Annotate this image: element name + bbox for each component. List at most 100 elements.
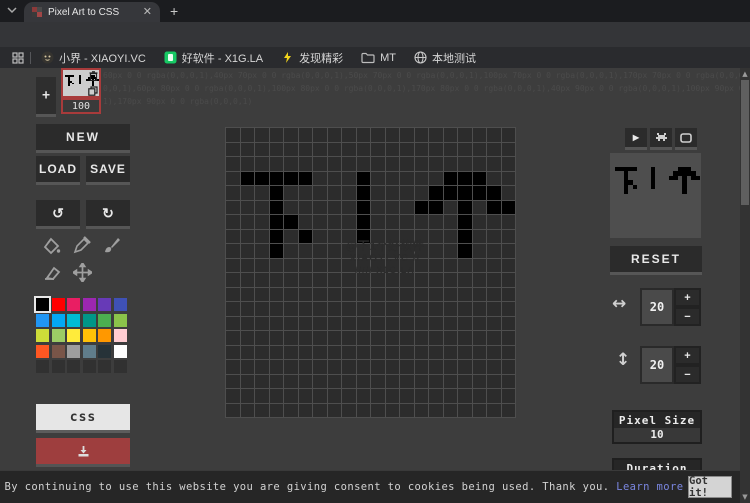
pixel-cell[interactable] — [400, 157, 414, 171]
scroll-down-icon[interactable]: ▼ — [740, 493, 750, 501]
pixel-cell[interactable] — [429, 404, 443, 418]
pixel-cell[interactable] — [487, 230, 501, 244]
pixel-cell[interactable] — [502, 172, 516, 186]
pixel-cell[interactable] — [386, 215, 400, 229]
pixel-cell[interactable] — [284, 128, 298, 142]
frame-duration[interactable]: 100 — [61, 98, 101, 114]
pixel-cell[interactable] — [270, 375, 284, 389]
pixel-cell[interactable] — [226, 331, 240, 345]
pixel-cell[interactable] — [444, 288, 458, 302]
width-decrease-button[interactable]: − — [674, 307, 701, 326]
pixel-cell[interactable] — [487, 346, 501, 360]
pixel-cell[interactable] — [255, 230, 269, 244]
move-tool[interactable] — [73, 263, 92, 282]
pixel-cell[interactable] — [400, 288, 414, 302]
tab-close-icon[interactable]: ✕ — [143, 7, 152, 18]
pixel-cell[interactable] — [270, 389, 284, 403]
pixel-cell[interactable] — [270, 346, 284, 360]
pixel-cell[interactable] — [502, 331, 516, 345]
pixel-cell[interactable] — [255, 331, 269, 345]
pixel-cell[interactable] — [415, 404, 429, 418]
pixel-cell[interactable] — [371, 404, 385, 418]
pixel-cell[interactable] — [473, 128, 487, 142]
width-value[interactable]: 20 — [640, 288, 674, 326]
frame-view-button[interactable] — [675, 128, 697, 147]
palette-swatch[interactable] — [83, 298, 96, 311]
pixel-cell[interactable] — [357, 317, 371, 331]
pixel-cell[interactable] — [386, 201, 400, 215]
pixel-cell[interactable] — [444, 375, 458, 389]
pixel-cell[interactable] — [357, 128, 371, 142]
pixel-cell[interactable] — [429, 172, 443, 186]
pixel-cell[interactable] — [299, 331, 313, 345]
pixel-cell[interactable] — [502, 143, 516, 157]
pixel-cell[interactable] — [371, 186, 385, 200]
pixel-cell[interactable] — [400, 331, 414, 345]
pixel-cell[interactable] — [357, 201, 371, 215]
pixel-cell[interactable] — [473, 317, 487, 331]
palette-swatch[interactable] — [67, 360, 80, 373]
pixel-cell[interactable] — [487, 259, 501, 273]
pixel-cell[interactable] — [255, 404, 269, 418]
pixel-cell[interactable] — [386, 288, 400, 302]
pixel-cell[interactable] — [502, 346, 516, 360]
palette-swatch[interactable] — [98, 345, 111, 358]
pixel-cell[interactable] — [502, 157, 516, 171]
pixel-cell[interactable] — [313, 360, 327, 374]
pixel-cell[interactable] — [270, 172, 284, 186]
pixel-cell[interactable] — [400, 201, 414, 215]
pixel-cell[interactable] — [226, 360, 240, 374]
bookmark-item[interactable]: MT — [361, 52, 396, 64]
pixel-cell[interactable] — [284, 143, 298, 157]
pixel-cell[interactable] — [270, 230, 284, 244]
pixel-cell[interactable] — [284, 389, 298, 403]
pixel-cell[interactable] — [458, 404, 472, 418]
pixel-cell[interactable] — [415, 128, 429, 142]
pixel-cell[interactable] — [255, 346, 269, 360]
pixel-cell[interactable] — [386, 302, 400, 316]
pixel-cell[interactable] — [386, 186, 400, 200]
play-preview-button[interactable]: ▶ — [625, 128, 647, 147]
pixel-cell[interactable] — [342, 215, 356, 229]
pixel-cell[interactable] — [241, 302, 255, 316]
pixel-cell[interactable] — [241, 331, 255, 345]
pixel-cell[interactable] — [342, 331, 356, 345]
pixel-cell[interactable] — [502, 186, 516, 200]
pixel-cell[interactable] — [458, 317, 472, 331]
pixel-cell[interactable] — [429, 317, 443, 331]
pixel-cell[interactable] — [386, 331, 400, 345]
pixel-cell[interactable] — [444, 128, 458, 142]
pixel-cell[interactable] — [487, 360, 501, 374]
pixel-cell[interactable] — [299, 244, 313, 258]
palette-swatch[interactable] — [83, 329, 96, 342]
pixel-cell[interactable] — [226, 201, 240, 215]
pixel-cell[interactable] — [313, 157, 327, 171]
pixel-cell[interactable] — [487, 389, 501, 403]
reset-button[interactable]: RESET — [610, 246, 702, 272]
pixel-cell[interactable] — [473, 346, 487, 360]
pixel-cell[interactable] — [270, 201, 284, 215]
pixel-cell[interactable] — [284, 230, 298, 244]
pixel-cell[interactable] — [284, 317, 298, 331]
pixel-cell[interactable] — [357, 143, 371, 157]
pixel-cell[interactable] — [328, 172, 342, 186]
pixel-cell[interactable] — [473, 360, 487, 374]
add-frame-button[interactable]: + — [36, 77, 56, 114]
pixel-cell[interactable] — [386, 346, 400, 360]
pixel-cell[interactable] — [473, 273, 487, 287]
pixel-cell[interactable] — [328, 331, 342, 345]
pixel-cell[interactable] — [458, 360, 472, 374]
pixel-cell[interactable] — [429, 302, 443, 316]
palette-swatch[interactable] — [98, 329, 111, 342]
pixel-cell[interactable] — [386, 375, 400, 389]
pixel-cell[interactable] — [386, 404, 400, 418]
pixel-cell[interactable] — [444, 215, 458, 229]
pixel-cell[interactable] — [502, 259, 516, 273]
pixel-cell[interactable] — [299, 389, 313, 403]
pixel-cell[interactable] — [386, 172, 400, 186]
pixel-cell[interactable] — [487, 317, 501, 331]
pixel-cell[interactable] — [502, 404, 516, 418]
pixel-cell[interactable] — [226, 172, 240, 186]
pixel-cell[interactable] — [502, 230, 516, 244]
pixel-cell[interactable] — [226, 317, 240, 331]
